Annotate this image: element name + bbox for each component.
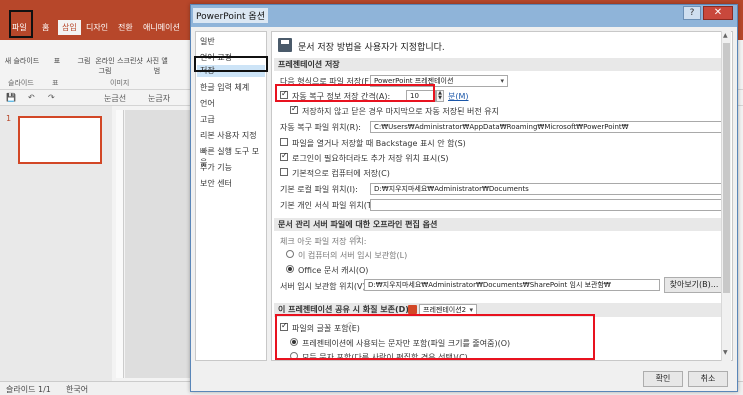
ruler-checkbox-label[interactable]: 눈금자: [148, 93, 170, 104]
scrollbar-thumb[interactable]: [723, 43, 730, 293]
slide-number: 1: [6, 114, 12, 123]
pictures-button[interactable]: 그림: [74, 56, 94, 66]
fidelity-label: 이 프레젠테이션 공유 시 화질 보존(D):: [278, 305, 413, 314]
gridlines-checkbox-label[interactable]: 눈금선: [104, 93, 126, 104]
autorecover-location-input[interactable]: C:₩Users₩Administrator₩AppData₩Roaming₩M…: [370, 121, 726, 133]
dialog-title: PowerPoint 옵션: [193, 8, 268, 23]
cancel-button[interactable]: 취소: [688, 371, 728, 387]
chevron-down-icon: ▾: [500, 77, 504, 85]
group-images: 이미지: [110, 79, 130, 87]
online-pictures-button[interactable]: 온라인 그림: [94, 56, 116, 76]
personal-template-input[interactable]: [370, 199, 726, 211]
autorecover-location-label: 자동 복구 파일 위치(R):: [280, 123, 362, 132]
redo-icon[interactable]: ↷: [48, 93, 55, 102]
backstage-checkbox[interactable]: [280, 138, 288, 146]
nav-language[interactable]: 언어: [200, 98, 215, 109]
server-drafts-location-label: 서버 임시 보관함 위치(V):: [280, 282, 369, 291]
default-local-input[interactable]: D:₩지우지마세요₩Administrator₩Documents: [370, 183, 726, 195]
tab-transitions[interactable]: 전환: [118, 22, 133, 33]
options-nav: 일반 언어 교정 저장 한글 입력 체계 언어 고급 리본 사용자 지정 빠른 …: [195, 31, 267, 361]
slide-status: 슬라이드 1/1: [6, 385, 51, 394]
undo-icon[interactable]: ↶: [28, 93, 35, 102]
nav-trust-center[interactable]: 보안 센터: [200, 178, 232, 189]
help-button[interactable]: ?: [683, 6, 701, 20]
tab-insert[interactable]: 삽입: [58, 20, 81, 35]
language-status[interactable]: 한국어: [66, 384, 88, 395]
browse-button[interactable]: 찾아보기(B)...: [664, 277, 724, 293]
scroll-down-icon[interactable]: ▼: [723, 349, 728, 356]
autorecover-spinner[interactable]: ▲ ▼: [436, 90, 444, 102]
minutes-unit-label: 분(M): [448, 92, 469, 101]
dialog-titlebar: PowerPoint 옵션 ? ✕: [191, 5, 737, 27]
office-cache-label: Office 문서 캐시(O): [298, 266, 369, 275]
highlight-autorecover: [275, 84, 435, 102]
panel-header: 문서 저장 방법을 사용자가 지정합니다.: [298, 43, 445, 53]
save-to-computer-checkbox[interactable]: [280, 168, 288, 176]
highlight-file-tab: [9, 10, 33, 38]
keep-last-version-label: 저장하지 않고 닫은 경우 마지막으로 자동 저장된 버전 유지: [302, 107, 499, 116]
highlight-embed-fonts: [275, 314, 595, 360]
new-slide-button[interactable]: 새 슬라이드: [2, 56, 42, 66]
save-icon: [278, 38, 292, 52]
server-drafts-location-input[interactable]: D:₩지우지마세요₩Administrator₩Documents₩ShareP…: [364, 279, 660, 291]
save-to-computer-label: 기본적으로 컴퓨터에 저장(C): [292, 169, 390, 178]
tab-design[interactable]: 디자인: [86, 22, 108, 33]
close-button[interactable]: ✕: [703, 6, 733, 20]
options-scrollbar[interactable]: ▲ ▼: [721, 31, 731, 361]
presentation-icon: [408, 305, 417, 314]
table-button[interactable]: 표: [50, 56, 64, 66]
info-icon: ⓘ: [354, 236, 361, 243]
ok-button[interactable]: 확인: [643, 371, 683, 387]
screenshot-button[interactable]: 스크린샷: [116, 56, 144, 66]
group-slides: 슬라이드: [8, 79, 34, 87]
scroll-up-icon[interactable]: ▲: [723, 32, 728, 39]
office-cache-radio[interactable]: [286, 265, 294, 273]
nav-advanced[interactable]: 고급: [200, 114, 215, 125]
tab-home[interactable]: 홈: [42, 22, 49, 33]
extra-locations-checkbox[interactable]: [280, 151, 288, 161]
nav-addins[interactable]: 추가 기능: [200, 162, 232, 173]
save-icon[interactable]: 💾: [6, 93, 16, 102]
group-tables: 표: [52, 79, 59, 87]
server-drafts-radio[interactable]: [286, 250, 294, 258]
default-local-label: 기본 로컬 파일 위치(I):: [280, 185, 358, 194]
save-options-panel: 문서 저장 방법을 사용자가 지정합니다. 프레젠테이션 저장 다음 형식으로 …: [271, 31, 733, 361]
section-offline-editing: 문서 관리 서버 파일에 대한 오프라인 편집 옵션: [274, 218, 730, 231]
keep-last-version-checkbox[interactable]: [290, 104, 298, 114]
section-save-presentations: 프레젠테이션 저장: [274, 58, 730, 71]
server-drafts-label: 이 컴퓨터의 서버 임시 보관함(L): [298, 251, 408, 260]
extra-locations-label: 로그인이 필요하더라도 추가 저장 위치 표시(S): [292, 154, 449, 163]
nav-general[interactable]: 일반: [200, 36, 215, 47]
nav-customize-ribbon[interactable]: 리본 사용자 지정: [200, 130, 257, 141]
tab-animations[interactable]: 애니메이션: [143, 22, 180, 33]
slide-canvas[interactable]: [125, 110, 195, 378]
photo-album-button[interactable]: 사진 앨범: [146, 56, 168, 76]
slide-thumbnail[interactable]: [18, 116, 102, 164]
backstage-label: 파일을 열거나 저장할 때 Backstage 표시 안 함(S): [292, 139, 466, 148]
nav-ime[interactable]: 한글 입력 체계: [200, 82, 249, 93]
vertical-ruler: [116, 110, 124, 378]
personal-template-label: 기본 개인 서식 파일 위치(T):: [280, 201, 378, 210]
highlight-nav-save: [194, 56, 268, 72]
